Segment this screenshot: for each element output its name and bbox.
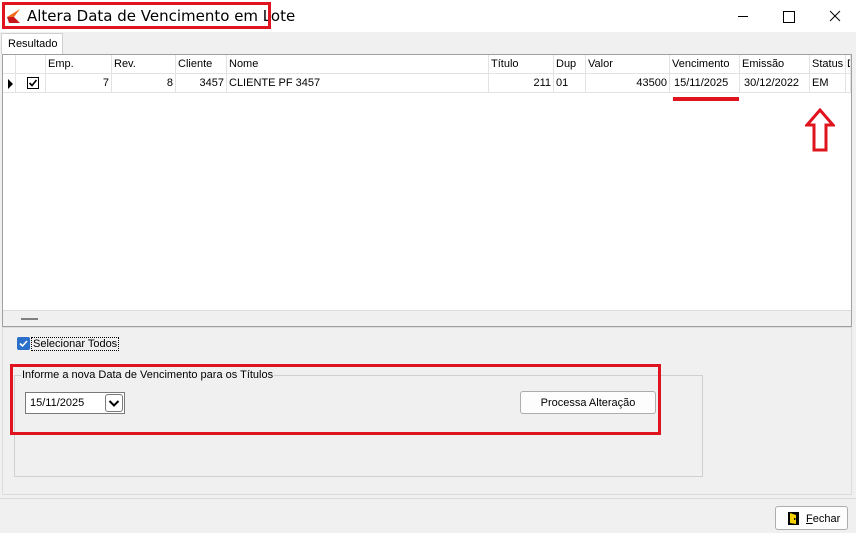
column-header-nome[interactable]: Nome xyxy=(227,55,489,74)
grid-header-row: Emp. Rev. Cliente Nome Título Dup Valor … xyxy=(3,55,851,74)
check-icon xyxy=(28,79,38,87)
grid-horizontal-scrollbar[interactable] xyxy=(3,310,851,326)
vencimento-highlight-underline xyxy=(673,97,739,101)
cell-vencimento[interactable]: 15/11/2025 xyxy=(670,74,740,93)
close-button-label: Fechar xyxy=(806,513,840,525)
header-indicator-cell xyxy=(3,55,16,74)
column-header-dup[interactable]: Dup xyxy=(554,55,586,74)
cell-emissao[interactable]: 30/12/2022 xyxy=(740,74,810,93)
cell-dup[interactable]: 01 xyxy=(554,74,586,93)
column-header-vencimento[interactable]: Vencimento xyxy=(670,55,740,74)
column-header-titulo[interactable]: Título xyxy=(489,55,554,74)
title-highlight-box xyxy=(2,2,271,29)
column-header-d[interactable]: D xyxy=(846,55,851,74)
header-check-cell xyxy=(16,55,46,74)
column-header-rev[interactable]: Rev. xyxy=(112,55,176,74)
cell-d[interactable] xyxy=(846,74,851,93)
results-grid[interactable]: Emp. Rev. Cliente Nome Título Dup Valor … xyxy=(2,54,852,327)
column-header-valor[interactable]: Valor xyxy=(586,55,670,74)
close-label-rest: echar xyxy=(812,513,841,525)
column-header-emissao[interactable]: Emissão xyxy=(740,55,810,74)
close-label-mnemonic: F xyxy=(806,513,813,525)
maximize-icon[interactable] xyxy=(766,0,812,32)
column-header-emp[interactable]: Emp. xyxy=(46,55,112,74)
column-header-cliente[interactable]: Cliente xyxy=(176,55,227,74)
row-indicator-cell xyxy=(3,74,16,93)
cell-emp[interactable]: 7 xyxy=(46,74,112,93)
row-check-cell[interactable] xyxy=(16,74,46,93)
cell-titulo[interactable]: 211 xyxy=(489,74,554,93)
cell-status[interactable]: EM xyxy=(810,74,846,93)
date-group-highlight-box xyxy=(10,364,661,435)
minimize-icon[interactable] xyxy=(720,0,766,32)
up-arrow-annotation-icon xyxy=(805,108,835,152)
row-pointer-icon xyxy=(8,79,13,89)
tab-resultado[interactable]: Resultado xyxy=(1,33,63,54)
cell-valor[interactable]: 43500 xyxy=(586,74,670,93)
check-icon xyxy=(19,340,28,348)
select-all-checkbox[interactable] xyxy=(17,337,30,350)
cell-rev[interactable]: 8 xyxy=(112,74,176,93)
select-all-label[interactable]: Selecionar Todos xyxy=(31,337,120,351)
cell-cliente[interactable]: 3457 xyxy=(176,74,227,93)
close-icon[interactable] xyxy=(812,0,856,32)
row-checkbox[interactable] xyxy=(27,77,39,89)
close-button[interactable]: Fechar xyxy=(775,506,848,530)
footer-divider xyxy=(0,498,856,499)
table-row[interactable]: 7 8 3457 CLIENTE PF 3457 211 01 43500 15… xyxy=(3,74,851,93)
exit-door-icon xyxy=(788,512,799,525)
cell-nome[interactable]: CLIENTE PF 3457 xyxy=(227,74,489,93)
column-header-status[interactable]: Status xyxy=(810,55,846,74)
